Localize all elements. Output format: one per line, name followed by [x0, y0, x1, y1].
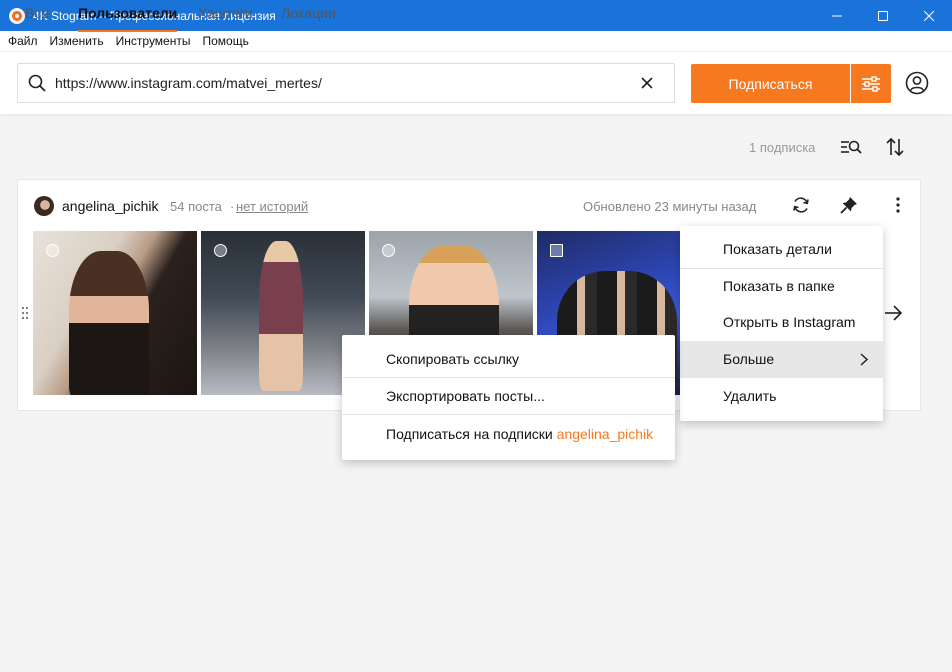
menu-export-posts[interactable]: Экспортировать посты... [342, 378, 675, 415]
menu-subscribe-username: angelina_pichik [556, 426, 654, 442]
context-menu: Показать детали Показать в папке Открыть… [680, 226, 883, 421]
menu-file[interactable]: Файл [2, 34, 44, 48]
post-count: 54 поста [170, 199, 222, 214]
maximize-icon [878, 10, 888, 21]
more-vertical-icon[interactable] [888, 195, 908, 215]
tab-locations[interactable]: Локации [281, 0, 336, 32]
account-icon[interactable] [905, 71, 929, 95]
maximize-button[interactable] [860, 0, 906, 31]
sliders-icon [862, 75, 880, 92]
tab-users[interactable]: Пользователи [78, 0, 178, 32]
menu-bar: Файл Изменить Инструменты Помощь [0, 31, 952, 52]
window-controls [814, 0, 952, 31]
photo-subject [69, 251, 149, 395]
separator-dot: · [230, 199, 235, 214]
menu-open-in-instagram[interactable]: Открыть в Instagram [680, 304, 883, 341]
menu-more[interactable]: Больше [680, 341, 883, 378]
subscriptions-count: 1 подписка [749, 140, 816, 155]
search-box [17, 63, 675, 103]
stories-link[interactable]: нет историй [236, 199, 308, 214]
menu-subscribe-prefix: Подписаться на подписки [386, 426, 553, 442]
search-toolbar: Подписаться [0, 52, 952, 114]
menu-show-details[interactable]: Показать детали [680, 231, 883, 268]
avatar [34, 196, 54, 216]
tab-all[interactable]: Все [25, 0, 49, 32]
menu-tools[interactable]: Инструменты [110, 34, 197, 48]
drag-handle-icon[interactable] [21, 306, 29, 320]
menu-more-label: Больше [723, 351, 775, 367]
minimize-button[interactable] [814, 0, 860, 31]
menu-help[interactable]: Помощь [196, 34, 254, 48]
menu-copy-link[interactable]: Скопировать ссылку [342, 341, 675, 378]
close-icon [924, 10, 934, 21]
gallery-marker-icon [550, 244, 563, 257]
arrow-right-icon[interactable] [883, 304, 903, 322]
filter-search-icon[interactable] [840, 138, 862, 156]
select-marker-icon[interactable] [214, 244, 227, 257]
close-window-button[interactable] [906, 0, 952, 31]
select-marker-icon[interactable] [382, 244, 395, 257]
updated-status: Обновлено 23 минуты назад [583, 199, 757, 214]
subscription-settings-button[interactable] [851, 64, 891, 103]
menu-edit[interactable]: Изменить [44, 34, 110, 48]
pin-icon[interactable] [839, 195, 859, 215]
photo-subject [259, 241, 303, 391]
search-input[interactable] [55, 75, 615, 91]
submenu: Скопировать ссылку Экспортировать посты.… [342, 335, 675, 460]
subscription-username: angelina_pichik [62, 198, 159, 214]
menu-divider [342, 414, 675, 415]
refresh-icon[interactable] [791, 195, 811, 215]
close-icon[interactable] [640, 76, 654, 90]
menu-subscribe-to-followings[interactable]: Подписаться на подписки angelina_pichik [342, 416, 675, 453]
search-icon [28, 74, 46, 92]
sort-icon[interactable] [885, 137, 905, 157]
post-thumbnail[interactable] [201, 231, 365, 395]
subscribe-button[interactable]: Подписаться [691, 64, 850, 103]
app-logo [9, 7, 25, 24]
post-thumbnail[interactable] [33, 231, 197, 395]
profile-marker-icon [46, 244, 59, 257]
tab-hashtags[interactable]: Хэштеги [198, 0, 253, 32]
minimize-icon [832, 15, 842, 16]
menu-delete[interactable]: Удалить [680, 378, 883, 415]
menu-show-in-folder[interactable]: Показать в папке [680, 268, 883, 305]
chevron-right-icon [860, 353, 869, 366]
